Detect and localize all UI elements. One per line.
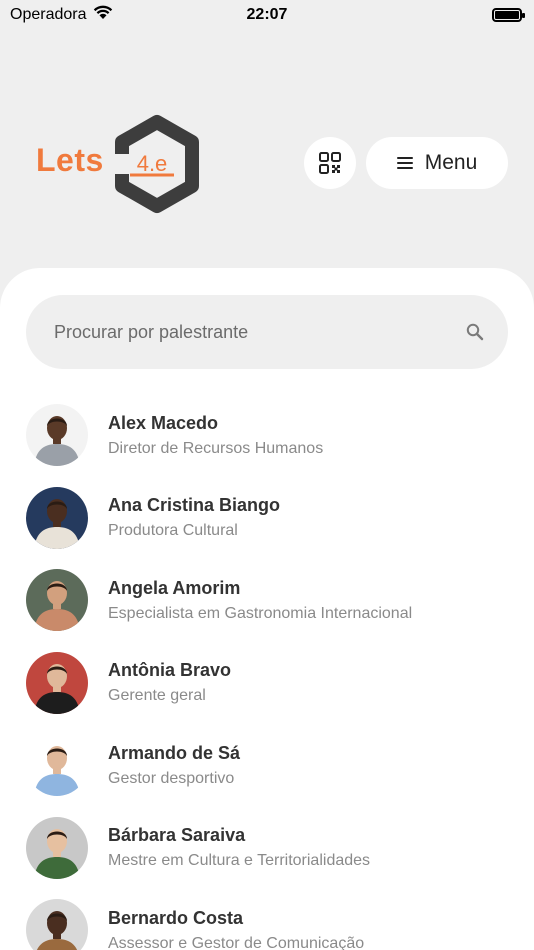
avatar [26,404,88,467]
status-bar: Operadora 22:07 [0,0,534,30]
search-icon[interactable] [466,323,484,341]
speaker-item[interactable]: Armando de Sá Gestor desportivo [0,724,534,807]
avatar [26,816,88,879]
speaker-name: Angela Amorim [108,577,241,598]
battery-icon [492,8,525,22]
speaker-text: Ana Cristina Biango Produtora Cultural [108,495,280,540]
speaker-text: Alex Macedo Diretor de Recursos Humanos [108,413,323,458]
speaker-item[interactable]: Angela Amorim Especialista em Gastronomi… [0,559,534,642]
person-avatar-icon [26,486,88,549]
app-logo[interactable]: Lets 4.e [36,114,206,214]
person-avatar-icon [26,651,88,714]
speaker-name: Antônia Bravo [108,660,232,681]
content-sheet: Procurar por palestrante Alex Macedo Dir… [0,268,534,950]
carrier-label: Operadora [10,6,87,23]
speaker-text: Antônia Bravo Gerente geral [108,660,231,705]
speaker-item[interactable]: Antônia Bravo Gerente geral [0,642,534,725]
wifi-icon [93,5,113,25]
speaker-name: Bernardo Costa [108,907,244,928]
speaker-role: Assessor e Gestor de Comunicação [108,934,365,950]
speaker-name: Ana Cristina Biango [108,495,281,516]
qr-code-icon [319,152,341,174]
speaker-text: Angela Amorim Especialista em Gastronomi… [108,578,412,623]
speaker-name: Bárbara Saraiva [108,825,246,846]
speaker-text: Bárbara Saraiva Mestre em Cultura e Terr… [108,825,370,870]
speaker-name: Alex Macedo [108,412,219,433]
speaker-role: Especialista em Gastronomia Internaciona… [108,604,413,622]
header: Lets 4.e Menu [0,110,534,220]
speaker-item[interactable]: Bernardo Costa Assessor e Gestor de Comu… [0,889,534,950]
speaker-item[interactable]: Ana Cristina Biango Produtora Cultural [0,477,534,560]
speaker-role: Mestre em Cultura e Territorialidades [108,852,371,870]
speaker-role: Diretor de Recursos Humanos [108,439,324,457]
search-placeholder: Procurar por palestrante [54,321,249,342]
speaker-role: Produtora Cultural [108,522,238,540]
speaker-role: Gestor desportivo [108,769,235,787]
person-avatar-icon [26,569,88,632]
status-left: Operadora [10,5,113,25]
qr-code-button[interactable] [304,137,356,189]
avatar [26,486,88,549]
speaker-item[interactable]: Alex Macedo Diretor de Recursos Humanos [0,394,534,477]
person-avatar-icon [26,816,88,879]
speaker-list: Alex Macedo Diretor de Recursos Humanos … [0,394,534,950]
avatar [26,899,88,950]
speaker-text: Bernardo Costa Assessor e Gestor de Comu… [108,908,364,950]
person-avatar-icon [26,899,88,950]
speaker-role: Gerente geral [108,687,206,705]
speaker-text: Armando de Sá Gestor desportivo [108,743,240,788]
menu-label: Menu [424,151,478,174]
menu-button[interactable]: Menu [366,137,508,189]
avatar [26,734,88,797]
hamburger-icon [396,157,413,169]
person-avatar-icon [26,404,88,467]
logo-badge: 4.e [137,151,168,176]
logo-text: Lets [36,142,104,178]
speaker-item[interactable]: Bárbara Saraiva Mestre em Cultura e Terr… [0,807,534,890]
avatar [26,569,88,632]
logo-hex-icon: 4.e [112,115,199,213]
search-field[interactable]: Procurar por palestrante [26,295,508,369]
person-avatar-icon [26,734,88,797]
speaker-name: Armando de Sá [108,742,241,763]
avatar [26,651,88,714]
